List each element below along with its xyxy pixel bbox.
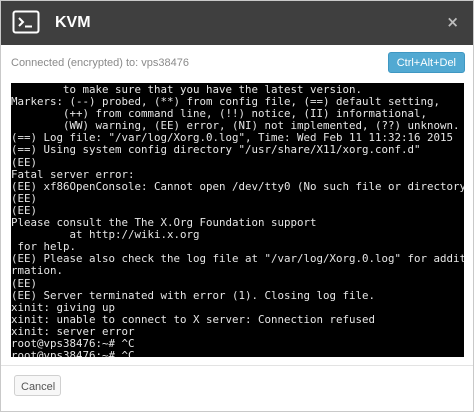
cancel-button[interactable]: Cancel [14, 375, 61, 396]
console-line: (EE) [11, 155, 38, 169]
dialog-title: KVM [55, 14, 91, 31]
terminal-icon [12, 10, 40, 34]
footer-divider [1, 365, 473, 366]
console-line: Fatal server error: [11, 167, 135, 181]
kvm-dialog: KVM × Connected (encrypted) to: vps38476… [0, 0, 474, 412]
console-line: rmation. [11, 264, 64, 278]
kvm-console-screen[interactable]: to make sure that you have the latest ve… [11, 83, 464, 357]
console-line: root@vps38476:~# ^C [11, 349, 135, 357]
console-line: (==) Using system config directory "/usr… [11, 143, 421, 157]
console-line: (EE) Server terminated with error (1). C… [11, 288, 376, 302]
console-line: (EE) xf86OpenConsole: Cannot open /dev/t… [11, 179, 464, 193]
console-line: (EE) [11, 191, 38, 205]
console-line: (EE) [11, 276, 38, 290]
console-line: xinit: giving up [11, 300, 116, 314]
console-output: to make sure that you have the latest ve… [11, 83, 464, 357]
dialog-titlebar: KVM × [1, 1, 473, 45]
close-icon[interactable]: × [446, 13, 459, 31]
ctrl-alt-del-button[interactable]: Ctrl+Alt+Del [387, 52, 465, 73]
console-line: (EE) Please also check the log file at "… [11, 252, 464, 266]
connection-status: Connected (encrypted) to: vps38476 [11, 57, 189, 69]
console-line: at http://wiki.x.org [11, 228, 200, 242]
connection-bar: Connected (encrypted) to: vps38476 Ctrl+… [1, 45, 473, 82]
